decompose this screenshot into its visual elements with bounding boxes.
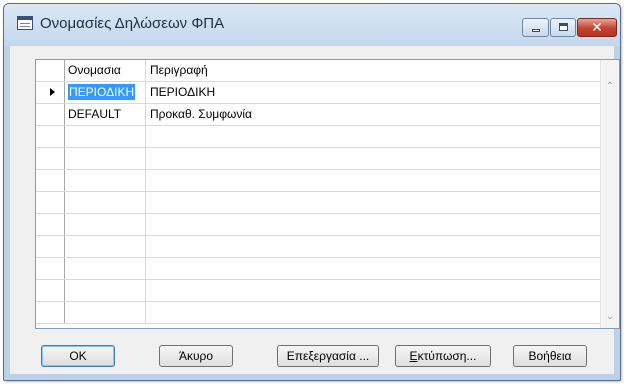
row-header-cell <box>36 60 65 81</box>
vertical-scrollbar[interactable]: ⌃ ⌄ <box>600 60 619 328</box>
table-row[interactable] <box>36 258 600 280</box>
table-row[interactable]: ΠΕΡΙΟΔΙΚΗ ΠΕΡΙΟΔΙΚΗ <box>36 82 600 104</box>
current-row-pointer-icon <box>50 88 55 96</box>
cell-name[interactable]: DEFAULT <box>68 104 143 125</box>
cell-description[interactable]: Προκαθ. Συμφωνία <box>150 104 590 125</box>
row-header-cell[interactable] <box>36 302 65 323</box>
maximize-button[interactable] <box>550 18 576 37</box>
table-window-icon <box>17 16 33 30</box>
title-bar[interactable]: Ονομασίες Δηλώσεων ΦΠΑ ✕ <box>4 4 620 46</box>
row-header-cell[interactable] <box>36 258 65 279</box>
table-row[interactable]: DEFAULT Προκαθ. Συμφωνία <box>36 104 600 126</box>
column-header-name[interactable]: Ονομασια <box>68 60 143 81</box>
table-row[interactable] <box>36 192 600 214</box>
ok-button[interactable]: OK <box>41 345 115 367</box>
maximize-icon <box>559 23 568 31</box>
print-accelerator-letter: Ε <box>409 349 418 363</box>
row-header-cell[interactable] <box>36 214 65 235</box>
row-header-cell[interactable] <box>36 126 65 147</box>
print-button[interactable]: Εκτύπωση... <box>395 345 491 367</box>
row-header-cell[interactable] <box>36 148 65 169</box>
cell-description[interactable]: ΠΕΡΙΟΔΙΚΗ <box>150 82 590 103</box>
row-header-cell[interactable] <box>36 170 65 191</box>
table-row[interactable] <box>36 280 600 302</box>
window-title: Ονομασίες Δηλώσεων ΦΠΑ <box>40 15 225 32</box>
table-row[interactable] <box>36 170 600 192</box>
minimize-icon <box>532 29 540 32</box>
close-icon: ✕ <box>591 19 603 35</box>
cancel-button[interactable]: Άκυρο <box>159 345 233 367</box>
row-header-cell[interactable] <box>36 280 65 301</box>
row-header-cell[interactable] <box>36 82 65 103</box>
grid-header-row: Ονομασια Περιγραφή <box>36 60 600 82</box>
vat-statement-names-grid[interactable]: Ονομασια Περιγραφή ΠΕΡΙΟΔΙΚΗ ΠΕΡΙΟΔΙΚΗ DEF… <box>35 59 620 329</box>
scroll-down-arrow-icon[interactable]: ⌄ <box>601 308 619 326</box>
row-header-cell[interactable] <box>36 236 65 257</box>
help-button[interactable]: Βοήθεια <box>513 345 587 367</box>
row-header-cell[interactable] <box>36 104 65 125</box>
dialog-client-area: Ονομασια Περιγραφή ΠΕΡΙΟΔΙΚΗ ΠΕΡΙΟΔΙΚΗ DEF… <box>10 46 620 374</box>
scroll-up-arrow-icon[interactable]: ⌃ <box>601 78 619 96</box>
cell-name[interactable]: ΠΕΡΙΟΔΙΚΗ <box>68 82 143 103</box>
dialog-window: Ονομασίες Δηλώσεων ΦΠΑ ✕ Ονομασια Περιγρ… <box>3 3 621 381</box>
table-row[interactable] <box>36 236 600 258</box>
table-row[interactable] <box>36 214 600 236</box>
edit-button[interactable]: Επεξεργασία ... <box>277 345 379 367</box>
print-button-label: κτύπωση... <box>417 349 477 363</box>
table-row[interactable] <box>36 126 600 148</box>
table-row[interactable] <box>36 148 600 170</box>
column-header-description[interactable]: Περιγραφή <box>150 60 590 81</box>
grid-body: Ονομασια Περιγραφή ΠΕΡΙΟΔΙΚΗ ΠΕΡΙΟΔΙΚΗ DEF… <box>36 60 600 328</box>
close-button[interactable]: ✕ <box>577 18 617 37</box>
table-row[interactable] <box>36 302 600 324</box>
minimize-button[interactable] <box>522 18 549 37</box>
row-header-cell[interactable] <box>36 192 65 213</box>
